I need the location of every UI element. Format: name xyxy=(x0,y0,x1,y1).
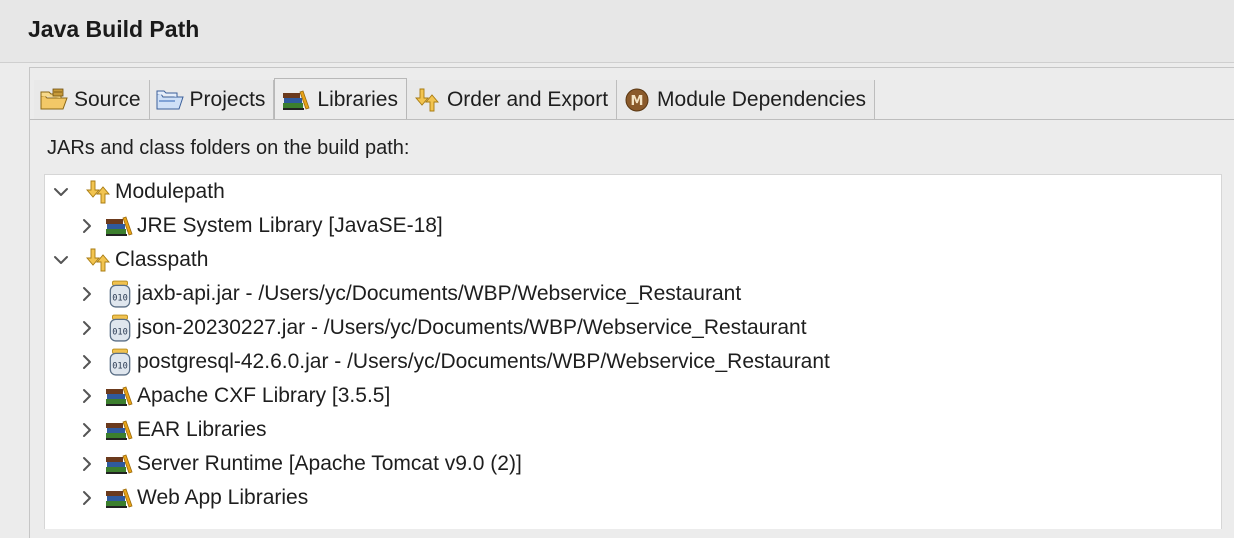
library-books-icon xyxy=(281,88,313,112)
tree-item[interactable]: Web App Libraries xyxy=(77,481,308,515)
projects-icon xyxy=(154,88,186,112)
order-arrows-icon xyxy=(83,247,113,273)
tree-item[interactable]: postgresql-42.6.0.jar - /Users/yc/Docume… xyxy=(77,345,830,379)
tree-item[interactable]: EAR Libraries xyxy=(77,413,267,447)
jar-file-icon xyxy=(105,314,135,342)
chevron-right-icon[interactable] xyxy=(77,284,97,304)
library-books-icon xyxy=(105,213,135,239)
chevron-right-icon[interactable] xyxy=(77,488,97,508)
library-books-icon xyxy=(105,417,135,443)
library-books-icon xyxy=(105,383,135,409)
chevron-down-icon[interactable] xyxy=(51,182,71,202)
module-m-icon: M xyxy=(621,88,653,112)
tree-item-label: Web App Libraries xyxy=(137,486,309,509)
tree-node-label: Modulepath xyxy=(115,180,225,203)
tree-item[interactable]: jaxb-api.jar - /Users/yc/Documents/WBP/W… xyxy=(77,277,741,311)
tree-item-label: Server Runtime [Apache Tomcat v9.0 (2)] xyxy=(137,452,522,475)
order-arrows-icon xyxy=(411,88,443,112)
svg-text:M: M xyxy=(631,94,644,109)
tree-node-label: Classpath xyxy=(115,248,209,271)
tree-node-modulepath[interactable]: Modulepath xyxy=(51,175,225,209)
library-books-icon xyxy=(105,451,135,477)
tree-item-label: JRE System Library [JavaSE-18] xyxy=(137,214,443,237)
chevron-right-icon[interactable] xyxy=(77,420,97,440)
jar-file-icon xyxy=(105,280,135,308)
chevron-down-icon[interactable] xyxy=(51,250,71,270)
page-title: Java Build Path xyxy=(28,16,200,42)
tab-projects-label: Projects xyxy=(189,88,266,111)
dialog-header: Java Build Path xyxy=(0,0,1234,63)
tree-item-label: jaxb-api.jar - /Users/yc/Documents/WBP/W… xyxy=(137,282,742,305)
tab-bar: Source Projects Libraries Order and Expo… xyxy=(34,78,876,120)
tree-item[interactable]: Server Runtime [Apache Tomcat v9.0 (2)] xyxy=(77,447,522,481)
build-path-label: JARs and class folders on the build path… xyxy=(47,137,410,159)
chevron-right-icon[interactable] xyxy=(77,318,97,338)
tree-node-classpath[interactable]: Classpath xyxy=(51,243,208,277)
tab-projects[interactable]: Projects xyxy=(149,80,275,120)
tab-source-label: Source xyxy=(74,88,141,111)
chevron-right-icon[interactable] xyxy=(77,216,97,236)
library-books-icon xyxy=(105,485,135,511)
order-arrows-icon xyxy=(83,179,113,205)
tree-item[interactable]: JRE System Library [JavaSE-18] xyxy=(77,209,443,243)
tab-source[interactable]: Source xyxy=(34,80,150,120)
tree-item-label: Apache CXF Library [3.5.5] xyxy=(137,384,391,407)
chevron-right-icon[interactable] xyxy=(77,386,97,406)
chevron-right-icon[interactable] xyxy=(77,352,97,372)
tree-item-label: json-20230227.jar - /Users/yc/Documents/… xyxy=(137,316,807,339)
tab-libraries-label: Libraries xyxy=(317,87,398,111)
tab-order-and-export-label: Order and Export xyxy=(446,88,609,111)
tab-libraries[interactable]: Libraries xyxy=(274,78,407,120)
tree-item[interactable]: json-20230227.jar - /Users/yc/Documents/… xyxy=(77,311,807,345)
build-path-tree[interactable]: Modulepath JRE System Library [JavaSE-18… xyxy=(44,174,1222,529)
chevron-right-icon[interactable] xyxy=(77,454,97,474)
tree-item-label: postgresql-42.6.0.jar - /Users/yc/Docume… xyxy=(137,350,830,373)
tab-module-dependencies[interactable]: M Module Dependencies xyxy=(617,80,876,120)
tab-module-dependencies-label: Module Dependencies xyxy=(657,88,867,111)
tab-order-and-export[interactable]: Order and Export xyxy=(406,80,618,120)
source-folder-icon xyxy=(38,88,70,112)
tree-item-label: EAR Libraries xyxy=(137,418,267,441)
tree-item[interactable]: Apache CXF Library [3.5.5] xyxy=(77,379,390,413)
jar-file-icon xyxy=(105,348,135,376)
